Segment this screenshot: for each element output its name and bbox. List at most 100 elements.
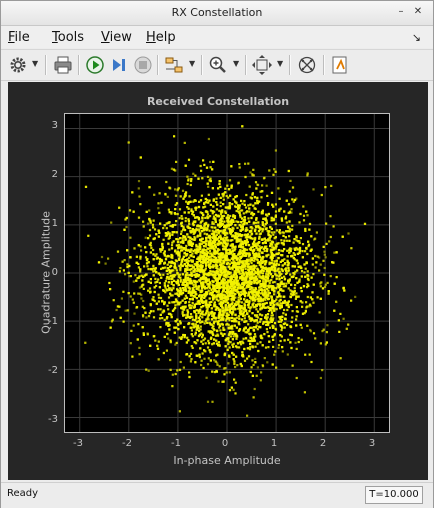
scatter-point [249,226,252,229]
scatter-point [244,162,247,165]
zoom-in-icon[interactable] [207,54,229,76]
menu-tools[interactable]: Tools [52,30,84,45]
constellation-window: RX Constellation – ✕ File Tools View Hel… [0,0,434,508]
close-icon[interactable]: ✕ [412,6,424,18]
highlight-icon[interactable] [329,54,351,76]
scatter-point [290,211,293,214]
scatter-point [152,310,155,313]
scatter-point [182,308,185,311]
scatter-point [242,245,245,248]
scatter-point [177,294,181,298]
scatter-point [269,326,272,329]
scatter-point [312,188,315,191]
scatter-point [239,214,242,217]
scatter-point [187,339,190,342]
scatter-point [226,262,229,265]
scatter-point [286,255,289,258]
scatter-point [148,287,152,290]
minimize-icon[interactable]: – [395,6,407,18]
scatter-point [338,330,341,333]
routing-dropdown-icon[interactable]: ▼ [189,59,197,69]
scatter-point [259,246,262,249]
scatter-point [137,244,140,247]
scatter-point [197,205,201,209]
scatter-point [218,365,221,368]
scatter-point [188,274,191,277]
scatter-point [300,270,304,273]
zoom-dropdown-icon[interactable]: ▼ [233,59,241,69]
scatter-point [279,302,282,305]
scatter-point [282,301,285,304]
scatter-point [129,342,132,345]
scatter-point [174,223,177,226]
gear-dropdown-icon[interactable]: ▼ [32,59,40,69]
scatter-point [219,201,222,204]
scatter-point [272,338,275,341]
scatter-point [208,297,211,300]
scatter-point [170,244,174,247]
stop-icon[interactable] [132,54,154,76]
scatter-point [212,215,216,218]
scatter-point [258,253,261,256]
scatter-point [256,258,259,261]
reference-constellation-icon[interactable] [296,54,318,76]
scatter-point [247,323,250,326]
scatter-point [196,339,199,342]
gear-icon[interactable] [7,54,29,76]
scatter-point [175,244,178,247]
print-icon[interactable] [52,54,74,76]
scatter-point [127,271,130,274]
scatter-point [170,280,173,284]
scatter-point [241,351,244,354]
dock-arrow-icon[interactable]: ↘ [412,31,421,44]
scatter-point [253,207,256,210]
scatter-point [217,289,221,292]
scatter-point [208,249,212,253]
scatter-point [318,311,321,314]
fit-dropdown-icon[interactable]: ▼ [277,59,285,69]
scatter-point [133,312,136,315]
scatter-point [306,174,309,177]
scatter-point [255,308,258,311]
scatter-point [333,251,336,254]
scatter-point [243,347,246,351]
scatter-point [246,331,249,334]
scatter-point [155,233,158,236]
scatter-point [237,182,240,185]
scatter-point [231,226,234,229]
scatter-point [323,250,326,253]
step-forward-icon[interactable] [108,54,130,76]
scatter-point [149,303,152,306]
scatter-point [286,353,289,356]
scatter-point [207,357,210,360]
scatter-point [262,255,265,259]
scatter-point [162,351,165,355]
menu-help[interactable]: Help [146,30,176,45]
title-bar[interactable]: RX Constellation – ✕ [1,1,433,26]
scatter-point [137,187,140,190]
scatter-point [278,197,281,200]
menu-file[interactable]: File [8,30,30,45]
scatter-point [283,210,286,213]
scatter-point [288,230,291,233]
scatter-point [242,337,245,340]
scatter-point [195,287,198,290]
scatter-point [286,264,289,267]
menu-view[interactable]: View [101,30,132,45]
run-icon[interactable] [84,54,106,76]
scatter-point [180,215,183,218]
scatter-point [185,341,188,344]
signal-routing-icon[interactable] [163,54,185,76]
scatter-point [209,265,212,268]
scatter-point [316,296,319,299]
scatter-point [253,387,256,391]
scatter-point [244,206,248,209]
scatter-point [314,337,317,340]
scatter-point [295,306,298,309]
scatter-point [140,249,143,252]
scatter-point [241,202,244,205]
scatter-point [251,339,254,342]
fit-to-view-icon[interactable] [251,54,273,76]
plot-axes[interactable] [64,113,390,433]
scatter-point [229,335,232,338]
